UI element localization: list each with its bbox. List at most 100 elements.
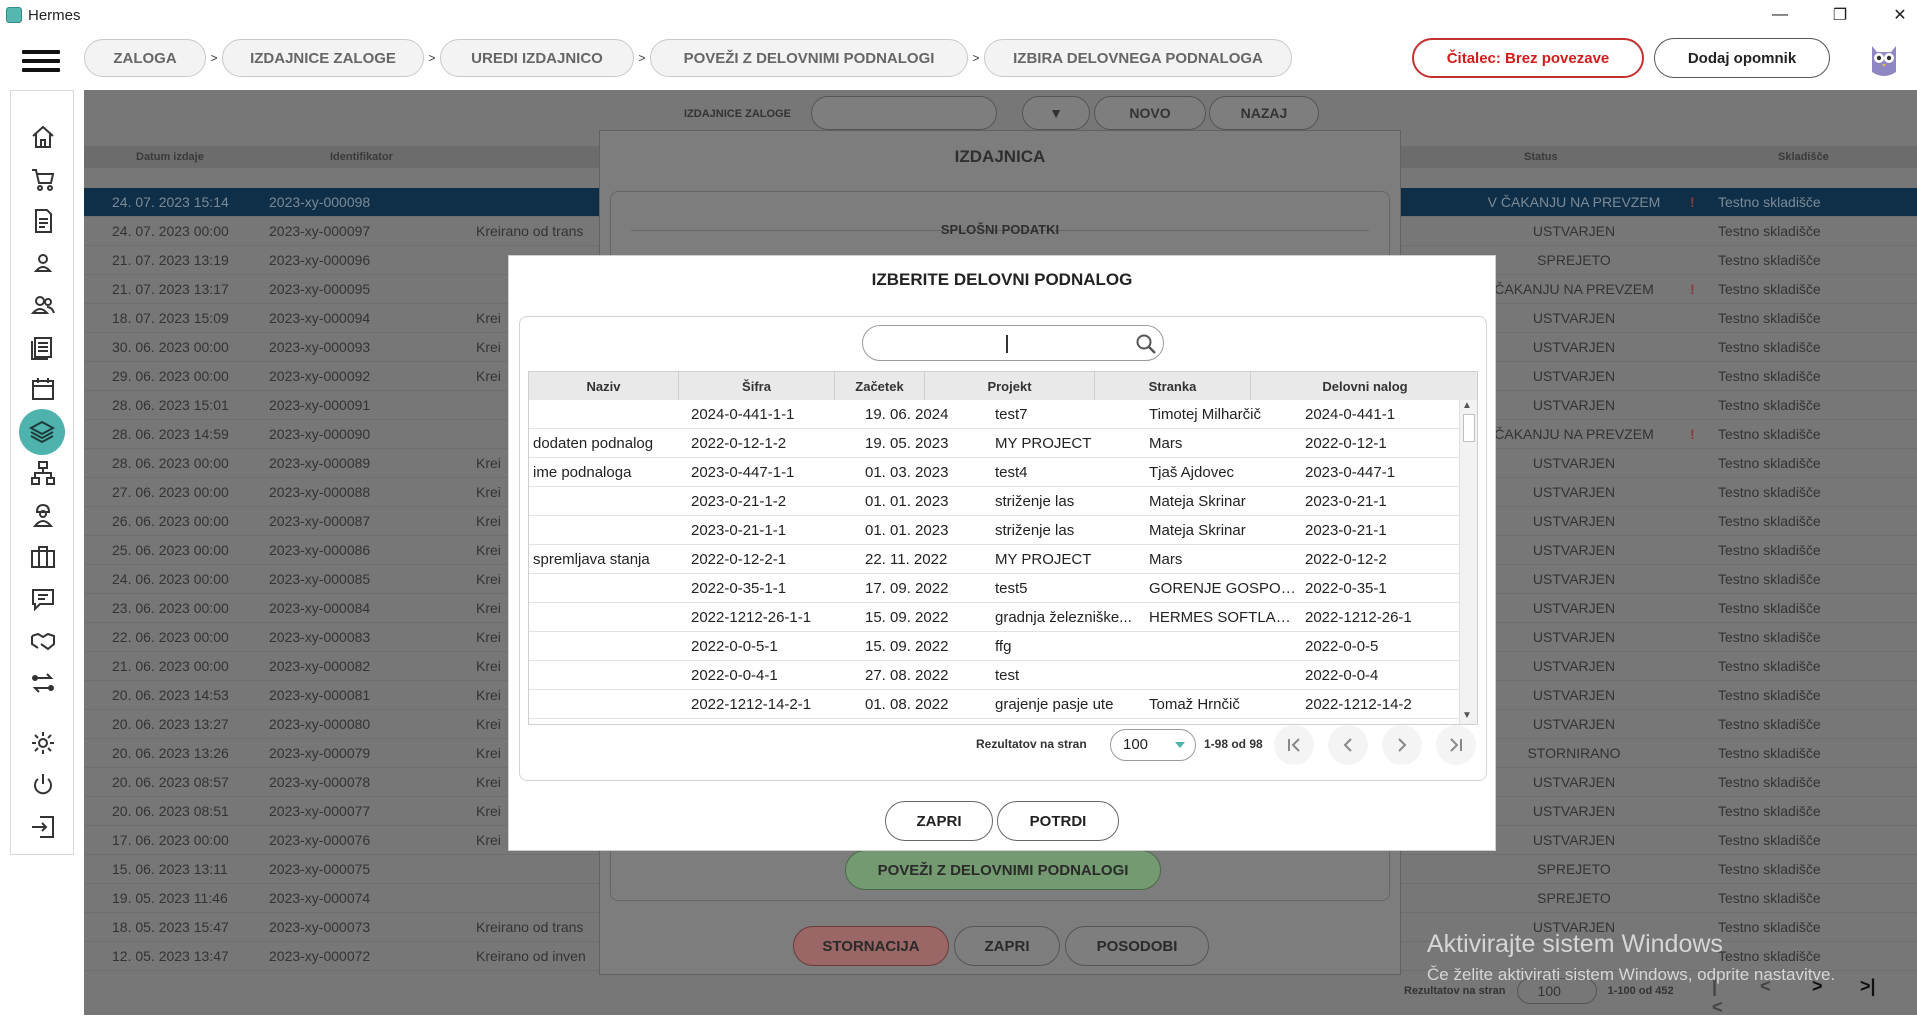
table-cell: SPREJETO <box>1537 861 1611 877</box>
chat-icon[interactable] <box>27 583 59 615</box>
first-page-button[interactable] <box>1274 725 1314 765</box>
reader-status-button[interactable]: Čitalec: Brez povezave <box>1412 38 1644 78</box>
table-row[interactable]: ime podnaloga 2023-0-447-1-1 01. 03. 2023 t… <box>529 458 1459 487</box>
next-page-button[interactable] <box>1382 725 1422 765</box>
column-header-stranka[interactable]: Stranka <box>1095 372 1251 400</box>
background-back-button[interactable]: NAZAJ <box>1209 96 1319 130</box>
cart-icon[interactable] <box>27 163 59 195</box>
hamburger-menu-icon[interactable] <box>22 50 60 76</box>
table-cell: 19. 05. 2023 11:46 <box>112 890 228 906</box>
table-row[interactable]: 2023-0-21-1-1 01. 01. 2023 striženje las Ma… <box>529 516 1459 545</box>
table-cell: test <box>995 667 1020 684</box>
handshake-icon[interactable] <box>27 625 59 657</box>
windows-activation-text: Če želite aktivirati sistem Windows, odp… <box>1427 965 1836 984</box>
power-icon[interactable] <box>27 769 59 801</box>
home-icon[interactable] <box>27 121 59 153</box>
table-cell: Testno skladišče <box>1718 339 1821 355</box>
table-cell: 01. 01. 2023 <box>865 493 949 510</box>
calendar-icon[interactable] <box>27 373 59 405</box>
table-cell: 2023-xy-000094 <box>269 310 371 326</box>
close-button[interactable]: ZAPRI <box>885 801 993 841</box>
last-page-icon[interactable]: >| <box>1860 976 1876 997</box>
izdajnica-close-button[interactable]: ZAPRI <box>954 926 1060 966</box>
table-cell: MY PROJECT <box>995 551 1092 568</box>
table-cell: 2023-0-21-1-2 <box>691 493 787 510</box>
user-icon[interactable] <box>27 247 59 279</box>
table-cell: 2023-xy-000079 <box>269 745 371 761</box>
close-window-button[interactable]: ✕ <box>1877 0 1917 30</box>
table-cell: 2023-0-21-1 <box>1305 493 1387 510</box>
breadcrumb-zaloga[interactable]: ZALOGA <box>84 39 206 77</box>
table-row[interactable]: dodaten podnalog 2022-0-12-1-2 19. 05. 202… <box>529 429 1459 458</box>
transfer-icon[interactable] <box>27 667 59 699</box>
hierarchy-icon[interactable] <box>27 457 59 489</box>
previous-page-button[interactable] <box>1328 725 1368 765</box>
table-cell: V ČAKANJU NA PREVZEM <box>1487 194 1661 210</box>
scroll-down-icon[interactable]: ▼ <box>1462 710 1472 721</box>
settings-gear-icon[interactable] <box>27 727 59 759</box>
table-scrollbar[interactable]: ▲ ▼ <box>1459 400 1477 724</box>
table-cell: test4 <box>995 464 1028 481</box>
table-row[interactable]: spremljava stanja 2022-0-12-2-1 22. 11. 20… <box>529 545 1459 574</box>
per-page-select[interactable]: 100 <box>1110 729 1196 761</box>
table-cell: 2022-1212-26-1 <box>1305 609 1412 626</box>
breadcrumb-uredi-izdajnico[interactable]: UREDI IZDAJNICO <box>440 39 634 77</box>
table-cell: 22. 06. 2023 00:00 <box>112 629 229 645</box>
reports-icon[interactable] <box>27 331 59 363</box>
search-input[interactable] <box>862 325 1164 361</box>
briefcase-icon[interactable] <box>27 541 59 573</box>
add-reminder-button[interactable]: Dodaj opomnik <box>1654 38 1830 78</box>
table-row[interactable]: 2024-0-441-1-1 19. 06. 2024 test7 Timotej M… <box>529 400 1459 429</box>
breadcrumb-separator: > <box>972 51 980 65</box>
table-row[interactable]: 2022-1212-14-2-1 01. 08. 2022 grajenje pas… <box>529 690 1459 719</box>
table-cell: 2022-1212-14-2 <box>1305 696 1412 713</box>
column-header-delovni-nalog[interactable]: Delovni nalog <box>1251 372 1477 400</box>
scroll-up-icon[interactable]: ▲ <box>1462 400 1472 411</box>
background-search-input[interactable] <box>811 96 997 130</box>
column-header-sifra[interactable]: Šifra <box>679 372 835 400</box>
minimize-button[interactable]: — <box>1757 0 1803 30</box>
table-cell: 2022-0-12-1 <box>1305 435 1387 452</box>
storno-button[interactable]: STORNACIJA <box>793 926 949 966</box>
column-header-naziv[interactable]: Naziv <box>529 372 679 400</box>
breadcrumb-izdajnice-zaloge[interactable]: IZDAJNICE ZALOGE <box>222 39 424 77</box>
table-row[interactable]: 2023-0-21-1-2 01. 01. 2023 striženje las Ma… <box>529 487 1459 516</box>
column-header-projekt[interactable]: Projekt <box>925 372 1095 400</box>
table-cell: 2023-xy-000073 <box>269 919 371 935</box>
table-cell: 2022-1212-26-1-1 <box>691 609 812 626</box>
scroll-thumb[interactable] <box>1463 414 1475 442</box>
column-header: Status <box>1524 151 1558 163</box>
table-cell: 28. 06. 2023 00:00 <box>112 455 229 471</box>
table-row[interactable]: 2022-0-35-1-1 17. 09. 2022 test5 GORENJE GO… <box>529 574 1459 603</box>
table-cell: Testno skladišče <box>1718 310 1821 326</box>
table-cell: 2022-1212-14-2-1 <box>691 696 812 713</box>
table-cell: 15. 09. 2022 <box>865 609 949 626</box>
update-button[interactable]: POSODOBI <box>1065 926 1209 966</box>
worker-icon[interactable] <box>27 499 59 531</box>
last-page-button[interactable] <box>1436 725 1476 765</box>
filter-icon[interactable]: ▼ <box>1022 96 1090 130</box>
layers-icon[interactable] <box>19 409 65 455</box>
owl-avatar-icon[interactable] <box>1866 38 1902 78</box>
logout-icon[interactable] <box>27 811 59 843</box>
sidebar <box>10 90 74 855</box>
table-row[interactable]: 2022-1212-26-1-1 15. 09. 2022 gradnja žele… <box>529 603 1459 632</box>
column-header-zacetek[interactable]: Začetek <box>835 372 925 400</box>
table-cell: Testno skladišče <box>1718 571 1821 587</box>
table-cell: Testno skladišče <box>1718 948 1821 964</box>
confirm-button[interactable]: POTRDI <box>997 801 1119 841</box>
table-cell: 28. 06. 2023 14:59 <box>112 426 229 442</box>
table-row[interactable]: 2022-0-0-5-1 15. 09. 2022 ffg 2022-0-0-5 <box>529 632 1459 661</box>
background-new-button[interactable]: NOVO <box>1094 96 1206 130</box>
document-icon[interactable] <box>27 205 59 237</box>
users-icon[interactable] <box>27 289 59 321</box>
link-work-orders-button[interactable]: POVEŽI Z DELOVNIMI PODNALOGI <box>845 850 1161 890</box>
table-cell: Testno skladišče <box>1718 745 1821 761</box>
restore-button[interactable]: ❐ <box>1817 0 1863 30</box>
breadcrumb-izbira-delovnega-podnaloga[interactable]: IZBIRA DELOVNEGA PODNALOGA <box>984 39 1292 77</box>
table-cell: Testno skladišče <box>1718 803 1821 819</box>
breadcrumb-povezi-z-delovnimi-podnalogi[interactable]: POVEŽI Z DELOVNIMI PODNALOGI <box>650 39 968 77</box>
search-icon[interactable] <box>1135 333 1157 355</box>
table-row[interactable]: 2022-0-0-4-1 27. 08. 2022 test 2022-0-0-4 <box>529 661 1459 690</box>
table-cell: Testno skladišče <box>1718 629 1821 645</box>
